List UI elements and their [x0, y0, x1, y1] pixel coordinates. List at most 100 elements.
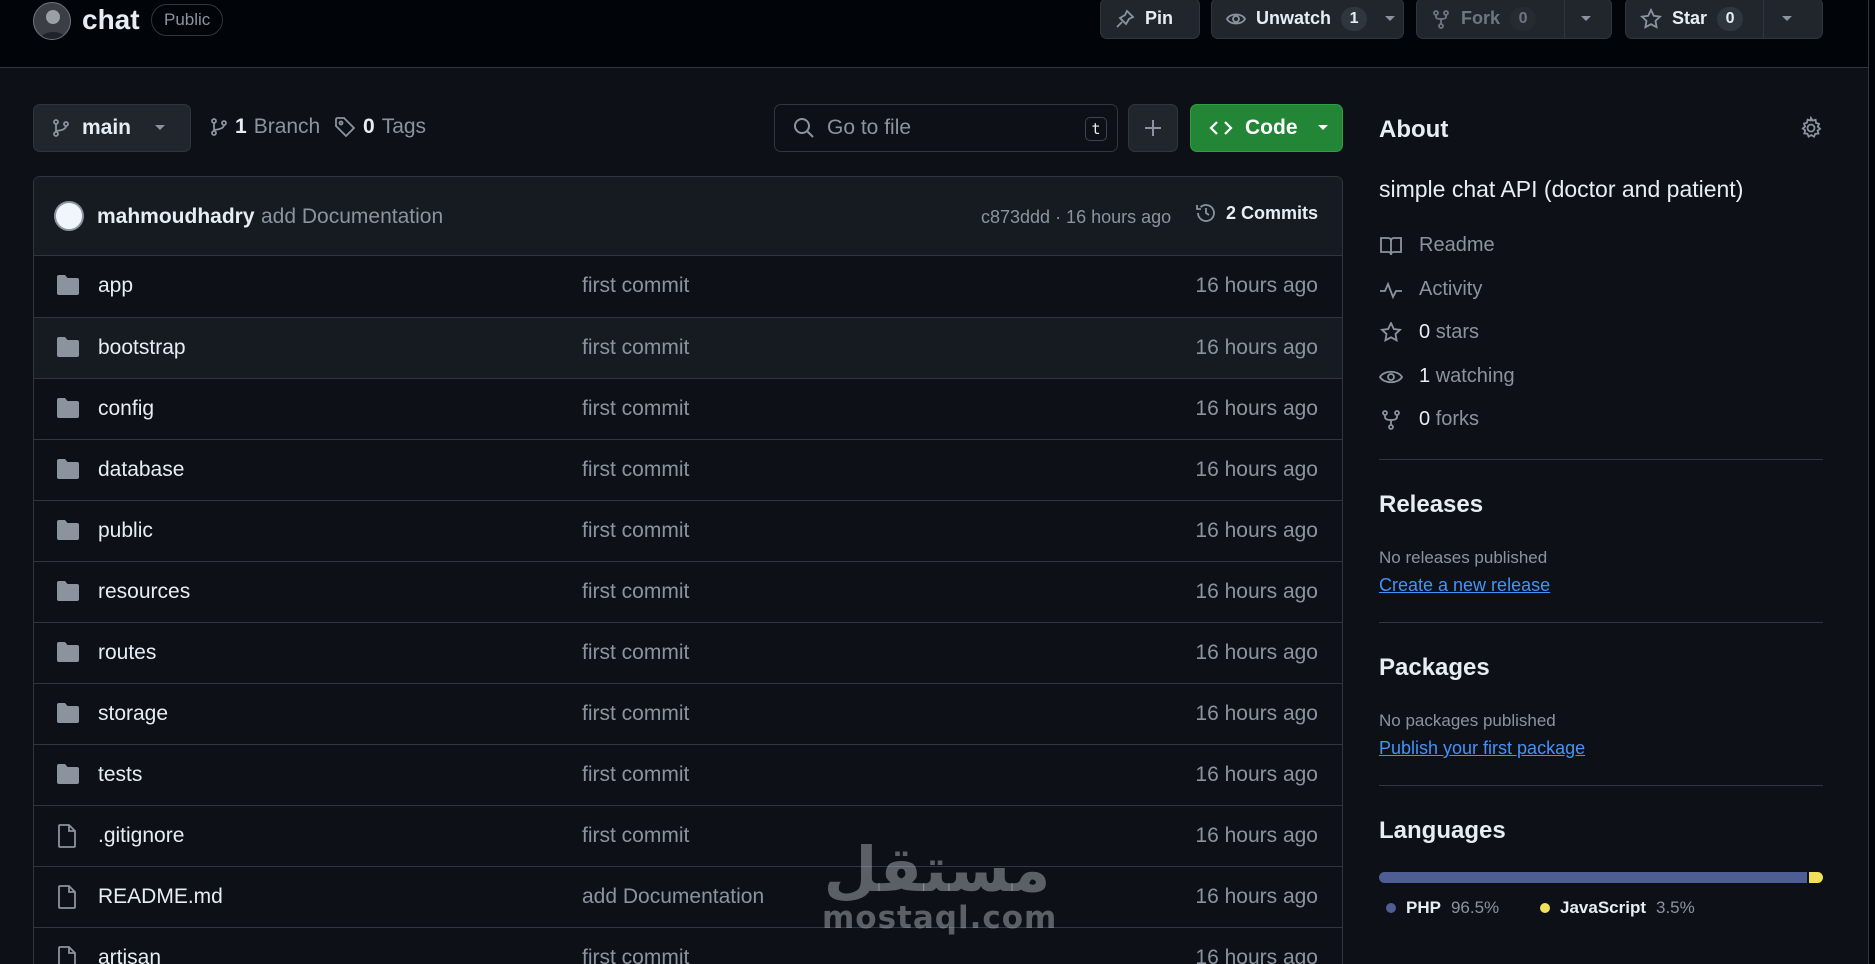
forks-count: 0	[1419, 408, 1431, 430]
watermark-arabic: مستقل	[823, 833, 1051, 906]
language-javascript[interactable]: JavaScript 3.5%	[1540, 898, 1695, 918]
file-row[interactable]: app first commit 16 hours ago	[34, 256, 1342, 317]
file-commit-message[interactable]: first commit	[582, 274, 689, 298]
readme-label: Readme	[1419, 234, 1495, 256]
file-name[interactable]: artisan	[98, 946, 161, 964]
repo-name[interactable]: chat	[82, 4, 140, 36]
file-name[interactable]: routes	[98, 641, 156, 665]
forks-label: forks	[1435, 408, 1480, 430]
pin-label: Pin	[1145, 8, 1174, 28]
file-commit-message[interactable]: first commit	[582, 580, 689, 604]
owner-avatar[interactable]	[33, 2, 71, 40]
stars-count: 0	[1419, 321, 1431, 343]
file-row[interactable]: bootstrap first commit 16 hours ago	[34, 317, 1342, 378]
packages-empty-text: No packages published	[1379, 711, 1556, 730]
watch-count: 1	[1341, 6, 1368, 31]
star-button[interactable]: Star 0	[1625, 0, 1823, 39]
file-name[interactable]: bootstrap	[98, 336, 186, 360]
commit-author-avatar[interactable]	[54, 201, 84, 231]
file-row[interactable]: routes first commit 16 hours ago	[34, 622, 1342, 683]
language-bar-segment	[1379, 872, 1808, 883]
javascript-color-dot	[1540, 903, 1550, 913]
eye-icon	[1226, 9, 1246, 29]
file-name[interactable]: README.md	[98, 885, 223, 909]
file-row[interactable]: tests first commit 16 hours ago	[34, 744, 1342, 805]
sidebar-divider	[1379, 622, 1823, 623]
file-icon	[56, 824, 78, 848]
watching-link[interactable]: 1 watching	[1379, 365, 1515, 388]
publish-package-link[interactable]: Publish your first package	[1379, 738, 1585, 759]
file-name[interactable]: .gitignore	[98, 824, 184, 848]
file-name[interactable]: resources	[98, 580, 190, 604]
file-commit-message[interactable]: first commit	[582, 824, 689, 848]
chevron-down-icon[interactable]	[1383, 14, 1397, 24]
commit-author[interactable]: mahmoudhadry	[97, 205, 255, 229]
file-row[interactable]: resources first commit 16 hours ago	[34, 561, 1342, 622]
file-commit-message[interactable]: first commit	[582, 458, 689, 482]
unwatch-button[interactable]: Unwatch 1	[1211, 0, 1404, 39]
file-commit-date: 16 hours ago	[1195, 397, 1318, 420]
file-row[interactable]: public first commit 16 hours ago	[34, 500, 1342, 561]
file-commit-message[interactable]: first commit	[582, 336, 689, 360]
folder-icon	[56, 458, 80, 480]
packages-heading[interactable]: Packages	[1379, 654, 1490, 682]
file-icon	[56, 885, 78, 909]
file-icon	[56, 946, 78, 964]
file-commit-message[interactable]: first commit	[582, 946, 689, 964]
add-file-button[interactable]	[1128, 104, 1178, 152]
file-commit-date: 16 hours ago	[1195, 946, 1318, 964]
pin-button[interactable]: Pin	[1100, 0, 1200, 39]
commits-history-link[interactable]: 2 Commits	[1194, 201, 1318, 225]
file-commit-date: 16 hours ago	[1195, 580, 1318, 603]
file-name[interactable]: tests	[98, 763, 142, 787]
forks-link[interactable]: 0 forks	[1379, 408, 1479, 431]
file-name[interactable]: config	[98, 397, 154, 421]
file-name[interactable]: storage	[98, 702, 168, 726]
watermark-latin: mostaql.com	[822, 900, 1058, 936]
file-row[interactable]: storage first commit 16 hours ago	[34, 683, 1342, 744]
file-row[interactable]: .gitignore first commit 16 hours ago	[34, 805, 1342, 866]
file-row[interactable]: README.md add Documentation 16 hours ago	[34, 866, 1342, 927]
star-chevron-down-icon[interactable]	[1780, 14, 1794, 24]
stars-link[interactable]: 0 stars	[1379, 321, 1479, 344]
language-bar-segment	[1807, 872, 1823, 883]
file-name[interactable]: public	[98, 519, 153, 543]
watching-label: watching	[1435, 365, 1515, 387]
php-color-dot	[1386, 903, 1396, 913]
language-php[interactable]: PHP 96.5%	[1386, 898, 1499, 918]
search-placeholder: Go to file	[827, 116, 912, 139]
file-commit-message[interactable]: first commit	[582, 702, 689, 726]
file-commit-date: 16 hours ago	[1195, 519, 1318, 542]
folder-icon	[56, 397, 80, 419]
file-commit-message[interactable]: first commit	[582, 641, 689, 665]
file-name[interactable]: app	[98, 274, 133, 298]
activity-link[interactable]: Activity	[1379, 278, 1482, 301]
file-name[interactable]: database	[98, 458, 184, 482]
about-heading: About	[1379, 116, 1449, 143]
file-commit-message[interactable]: first commit	[582, 519, 689, 543]
folder-icon	[56, 580, 80, 602]
releases-heading[interactable]: Releases	[1379, 491, 1483, 519]
gear-icon[interactable]	[1799, 116, 1823, 140]
fork-button[interactable]: Fork 0	[1416, 0, 1612, 39]
search-icon	[793, 117, 815, 139]
commit-message[interactable]: add Documentation	[261, 205, 443, 229]
folder-icon	[56, 519, 80, 541]
readme-link[interactable]: Readme	[1379, 234, 1495, 257]
file-row[interactable]: config first commit 16 hours ago	[34, 378, 1342, 439]
file-row[interactable]: artisan first commit 16 hours ago	[34, 927, 1342, 964]
file-row[interactable]: database first commit 16 hours ago	[34, 439, 1342, 500]
file-commit-message[interactable]: add Documentation	[582, 885, 764, 909]
branches-count: 1	[235, 115, 247, 138]
code-button[interactable]: Code	[1190, 104, 1343, 152]
star-icon	[1379, 321, 1403, 344]
tags-link[interactable]: 0 Tags	[334, 115, 426, 139]
fork-chevron-down-icon[interactable]	[1579, 14, 1593, 24]
go-to-file-input[interactable]: Go to file t	[774, 104, 1118, 152]
branch-selector[interactable]: main	[33, 104, 191, 152]
file-commit-message[interactable]: first commit	[582, 397, 689, 421]
create-release-link[interactable]: Create a new release	[1379, 575, 1550, 596]
branches-link[interactable]: 1 Branch	[210, 115, 320, 139]
file-commit-message[interactable]: first commit	[582, 763, 689, 787]
commit-meta[interactable]: c873ddd · 16 hours ago	[981, 207, 1171, 228]
